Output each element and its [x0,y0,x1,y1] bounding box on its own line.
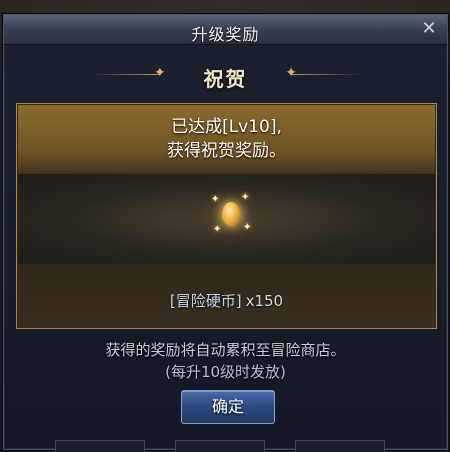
game-scene: 升级奖励 ✕ ✦ 祝贺 ✦ 已达成[Lv10], 获得祝贺奖励。 ✦ ✦ ✦ ✦ [0,0,450,452]
reward-item-band: ✦ ✦ ✦ ✦ [18,174,435,264]
reward-received-text: 获得祝贺奖励。 [167,141,286,161]
sparkle-icon: ✦ [243,222,252,233]
background-tab [175,440,265,452]
reward-item-name: [冒险硬币] [169,292,242,310]
coin-icon [222,202,240,226]
background-tab [55,440,145,452]
heading-row: ✦ 祝贺 ✦ [4,61,447,91]
reward-item-quantity: x150 [245,292,284,310]
reward-item-slot[interactable]: ✦ ✦ ✦ ✦ [211,192,251,240]
reward-item-line: [冒险硬币] x150 [17,290,436,311]
dialog-titlebar[interactable]: 升级奖励 ✕ [4,15,447,45]
sparkle-icon: ✦ [211,194,220,205]
background-tab [295,440,385,452]
congrats-heading: 祝贺 [203,67,248,91]
achievement-text: 已达成[Lv10], [171,117,282,137]
info-text: 获得的奖励将自动累积至冒险商店。 [105,341,346,359]
sparkle-icon: ✦ [241,192,250,203]
ornament-line-right [292,74,362,75]
dialog-title: 升级奖励 [191,25,260,44]
background-tabs [55,436,395,452]
sparkle-icon: ✦ [285,65,297,81]
close-icon[interactable]: ✕ [419,19,439,39]
reward-panel: 已达成[Lv10], 获得祝贺奖励。 ✦ ✦ ✦ ✦ [冒险硬币] x150 [16,103,437,329]
confirm-button[interactable]: 确定 [181,390,275,424]
info-note: (每升10级时发放) [165,363,286,381]
level-reward-dialog: 升级奖励 ✕ ✦ 祝贺 ✦ 已达成[Lv10], 获得祝贺奖励。 ✦ ✦ ✦ ✦ [3,14,448,450]
sparkle-icon: ✦ [213,224,222,235]
